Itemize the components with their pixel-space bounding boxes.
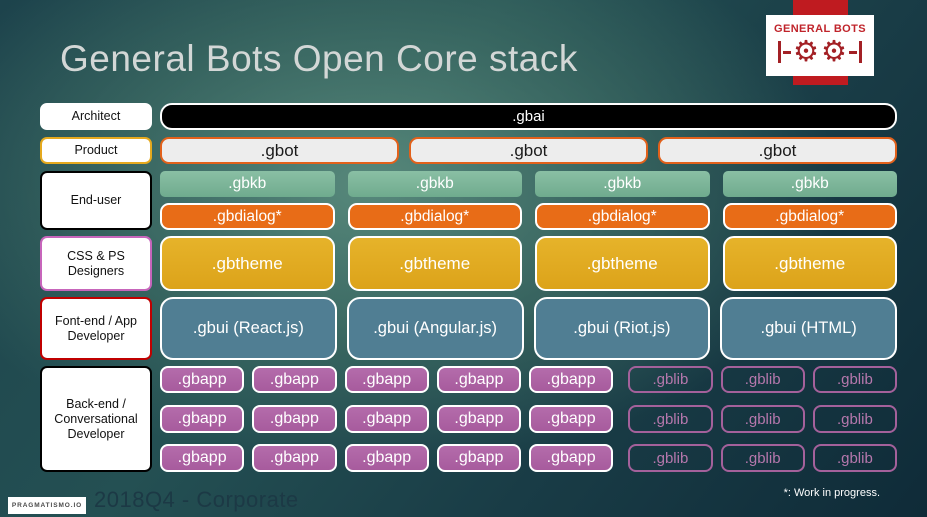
gbtheme-box: .gbtheme — [722, 236, 897, 291]
gblib-box: .gblib — [628, 405, 713, 433]
gear-side-bar-icon — [778, 41, 781, 63]
gbapp-box: .gbapp — [252, 366, 337, 393]
gear-icon: ⚙ — [793, 36, 819, 68]
logo-brand-text: GENERAL BOTS — [774, 23, 866, 35]
gbapp-box: .gbapp — [529, 366, 614, 393]
gbui-riot-box: .gbui (Riot.js) — [533, 297, 711, 360]
gear-side-bar-icon — [859, 41, 862, 63]
gbot-box: .gbot — [658, 137, 897, 164]
row-gbtheme: .gbtheme .gbtheme .gbtheme .gbtheme — [160, 236, 897, 291]
general-bots-logo: GENERAL BOTS ⚙ ⚙ — [766, 15, 874, 76]
gbapp-box: .gbapp — [344, 444, 429, 472]
gbtheme-box: .gbtheme — [347, 236, 522, 291]
gbui-html-box: .gbui (HTML) — [720, 297, 897, 360]
gbkb-box: .gbkb — [535, 171, 710, 197]
gbapp-box: .gbapp — [160, 444, 245, 472]
gblib-box: .gblib — [628, 366, 713, 393]
row-gbui: .gbui (React.js) .gbui (Angular.js) .gbu… — [160, 297, 897, 360]
gbui-angular-box: .gbui (Angular.js) — [346, 297, 524, 360]
footer-caption: 2018Q4 - Corporate — [94, 487, 299, 512]
role-label-backend-conversational-developer: Back-end / Conversational Developer — [40, 366, 152, 472]
gbapp-box: .gbapp — [529, 405, 614, 433]
gbdialog-box: .gbdialog* — [535, 203, 710, 230]
role-label-css-ps-designers: CSS & PS Designers — [40, 236, 152, 291]
pragmatismo-logo: PRAGMATISMO.IO — [8, 497, 86, 514]
gblib-box: .gblib — [628, 444, 713, 472]
gear-dash-icon — [849, 50, 857, 54]
gbot-box: .gbot — [409, 137, 648, 164]
gear-dash-icon — [783, 50, 791, 54]
gblib-box: .gblib — [812, 366, 897, 393]
gbkb-box: .gbkb — [722, 171, 897, 197]
role-label-frontend-app-developer: Font-end / App Developer — [40, 297, 152, 360]
role-label-architect: Architect — [40, 103, 152, 130]
gears-icon: ⚙ ⚙ — [778, 36, 862, 68]
gbdialog-box: .gbdialog* — [160, 203, 335, 230]
role-label-end-user: End-user — [40, 171, 152, 230]
row-gbai: .gbai — [160, 103, 897, 130]
slide-canvas: General Bots Open Core stack GENERAL BOT… — [0, 0, 927, 517]
row-gbapp-2: .gbapp .gbapp .gbapp .gbapp .gbapp .gbli… — [160, 405, 897, 433]
gbdialog-box: .gbdialog* — [347, 203, 522, 230]
row-gbdialog: .gbdialog* .gbdialog* .gbdialog* .gbdial… — [160, 203, 897, 230]
gbapp-box: .gbapp — [344, 366, 429, 393]
row-gbapp-3: .gbapp .gbapp .gbapp .gbapp .gbapp .gbli… — [160, 444, 897, 472]
role-label-product: Product — [40, 137, 152, 164]
gbapp-box: .gbapp — [252, 444, 337, 472]
gbapp-box: .gbapp — [160, 405, 245, 433]
gbapp-box: .gbapp — [529, 444, 614, 472]
work-in-progress-footnote: *: Work in progress. — [783, 487, 880, 499]
gbapp-box: .gbapp — [160, 366, 245, 393]
stack-diagram: Architect Product End-user CSS & PS Desi… — [40, 103, 897, 475]
gbot-box: .gbot — [160, 137, 399, 164]
gbui-react-box: .gbui (React.js) — [160, 297, 337, 360]
gbapp-box: .gbapp — [436, 405, 521, 433]
gbkb-box: .gbkb — [160, 171, 335, 197]
row-gbkb: .gbkb .gbkb .gbkb .gbkb — [160, 171, 897, 197]
gbkb-box: .gbkb — [347, 171, 522, 197]
gbapp-box: .gbapp — [344, 405, 429, 433]
page-title: General Bots Open Core stack — [60, 38, 578, 79]
gblib-box: .gblib — [812, 405, 897, 433]
gblib-box: .gblib — [720, 366, 805, 393]
row-gbot: .gbot .gbot .gbot — [160, 137, 897, 164]
gblib-box: .gblib — [720, 444, 805, 472]
gbapp-box: .gbapp — [252, 405, 337, 433]
gbai-box: .gbai — [160, 103, 897, 130]
gbapp-box: .gbapp — [436, 444, 521, 472]
gblib-box: .gblib — [720, 405, 805, 433]
row-gbapp-1: .gbapp .gbapp .gbapp .gbapp .gbapp .gbli… — [160, 366, 897, 393]
gbapp-box: .gbapp — [436, 366, 521, 393]
gear-icon: ⚙ — [821, 36, 847, 68]
gbdialog-box: .gbdialog* — [722, 203, 897, 230]
gbtheme-box: .gbtheme — [160, 236, 335, 291]
gbtheme-box: .gbtheme — [535, 236, 710, 291]
gblib-box: .gblib — [812, 444, 897, 472]
